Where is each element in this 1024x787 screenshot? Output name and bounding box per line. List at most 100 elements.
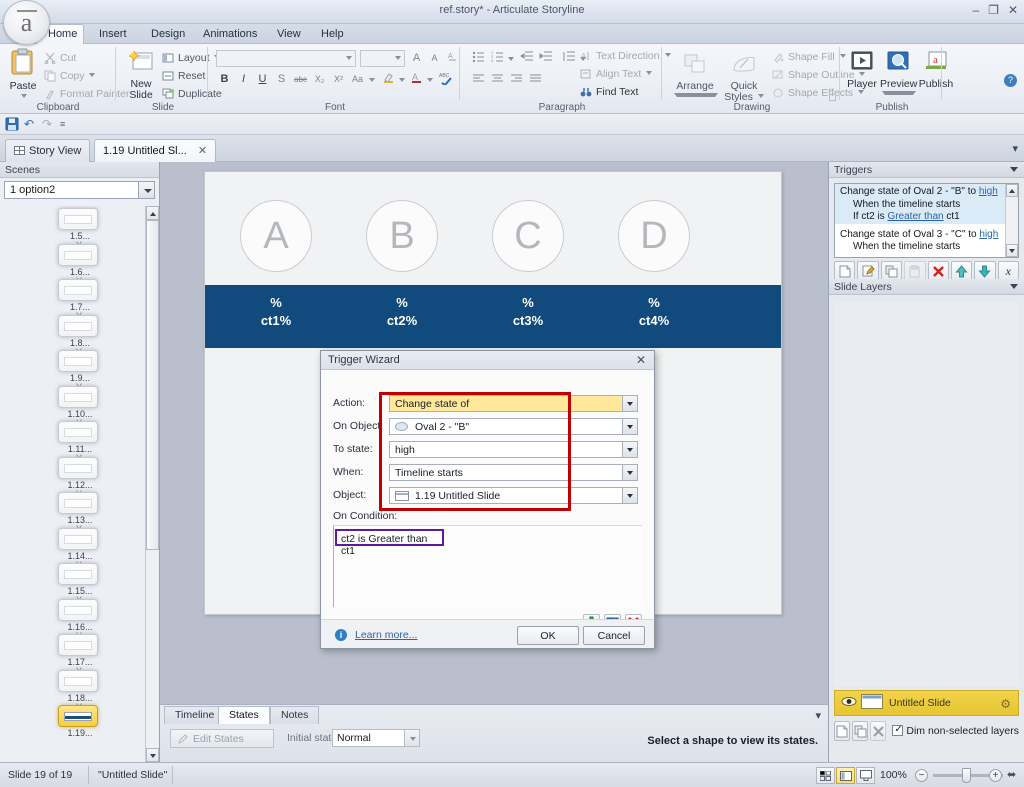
close-icon[interactable]: ✕ [1008, 3, 1018, 17]
highlight-chevron-down-icon[interactable] [399, 78, 405, 82]
sidebar-scrollbar[interactable] [145, 206, 159, 762]
quick-styles-button[interactable]: Quick Styles [722, 52, 766, 103]
zoom-out-button[interactable]: − [915, 769, 928, 782]
scrollbar-thumb[interactable] [146, 220, 159, 550]
triggers-scroll-down-icon[interactable] [1006, 244, 1018, 257]
trigger-1-state-link[interactable]: high [979, 186, 998, 197]
checkbox-icon[interactable] [892, 725, 903, 736]
action-select[interactable]: Change state of [389, 395, 638, 412]
dialog-close-icon[interactable]: ✕ [636, 353, 646, 367]
cut-button[interactable]: Cut [44, 52, 76, 65]
trigger-item-2[interactable]: Change state of Oval 3 - "C" to high Whe… [835, 227, 1018, 254]
zoom-slider-handle[interactable] [962, 768, 971, 783]
bold-button[interactable]: B [216, 71, 233, 88]
eye-icon[interactable] [841, 696, 857, 710]
when-chevron-down-icon[interactable] [622, 465, 637, 480]
normal-view-button[interactable] [836, 767, 855, 784]
scene-selector[interactable]: 1 option2 [4, 181, 155, 199]
slide-thumbnail[interactable] [58, 244, 98, 266]
justify-icon[interactable] [527, 72, 544, 89]
tab-story-view[interactable]: Story View [5, 139, 90, 162]
minimize-icon[interactable]: – [972, 3, 979, 17]
slide-thumbnail[interactable] [58, 421, 98, 443]
to-state-select[interactable]: high [389, 441, 638, 458]
scene-selector-chevron-down-icon[interactable] [138, 182, 154, 198]
slide-thumbnail[interactable] [58, 528, 98, 550]
quick-styles-chevron-down-icon[interactable] [758, 94, 764, 98]
ok-button[interactable]: OK [517, 626, 579, 645]
save-icon[interactable] [5, 117, 19, 134]
format-painter-button[interactable]: Format Painter [44, 88, 129, 101]
superscript-button[interactable]: X² [330, 71, 347, 88]
restore-icon[interactable]: ❐ [988, 3, 999, 17]
redo-icon[interactable]: ↷ [42, 117, 52, 131]
bullets-icon[interactable] [470, 50, 487, 67]
percent-cell-4[interactable]: % ct4% [594, 294, 714, 330]
align-text-button[interactable]: Align Text [580, 68, 652, 81]
gear-icon[interactable]: ⚙ [1000, 697, 1011, 711]
ribbon-tab-design[interactable]: Design [140, 24, 196, 44]
object-select[interactable]: 1.19 Untitled Slide [389, 487, 638, 504]
oval-b[interactable]: B [366, 200, 438, 272]
text-shadow-button[interactable]: S [273, 71, 290, 88]
increase-indent-icon[interactable] [537, 50, 554, 67]
slide-thumbnail[interactable] [58, 386, 98, 408]
delete-layer-button[interactable] [870, 721, 886, 741]
triggers-scrollbar[interactable] [1005, 184, 1018, 257]
triggers-panel-chevron-down-icon[interactable] [1010, 167, 1018, 172]
copy-button[interactable]: Copy [44, 70, 95, 83]
copy-chevron-down-icon[interactable] [89, 73, 95, 77]
italic-button[interactable]: I [235, 71, 252, 88]
decrease-indent-icon[interactable] [518, 50, 535, 67]
undo-icon[interactable]: ↶ [24, 117, 34, 131]
font-color-chevron-down-icon[interactable] [427, 78, 433, 82]
highlight-color-icon[interactable] [380, 71, 397, 88]
slide-thumbnail[interactable] [58, 350, 98, 372]
base-layer-item[interactable]: Untitled Slide ⚙ [834, 690, 1019, 716]
fit-to-window-icon[interactable]: ⬌ [1007, 768, 1016, 781]
font-name-combo[interactable] [216, 50, 356, 67]
align-text-chevron-down-icon[interactable] [646, 71, 652, 75]
scroll-down-arrow-icon[interactable] [146, 748, 159, 762]
new-layer-button[interactable] [834, 721, 850, 741]
trigger-2-state-link[interactable]: high [979, 229, 998, 240]
duplicate-layer-button[interactable] [852, 721, 868, 741]
percent-cell-2[interactable]: % ct2% [342, 294, 462, 330]
trigger-item-1[interactable]: Change state of Oval 2 - "B" to high Whe… [835, 184, 1018, 224]
slide-thumbnail[interactable] [58, 492, 98, 514]
condition-row[interactable]: ct2 is Greater than ct1 [335, 529, 444, 546]
scroll-up-arrow-icon[interactable] [146, 206, 159, 220]
tab-timeline[interactable]: Timeline [164, 706, 225, 724]
oval-a[interactable]: A [240, 200, 312, 272]
on-object-select[interactable]: Oval 2 - "B" [389, 418, 638, 435]
change-case-button[interactable]: Aa [349, 71, 366, 88]
dim-layers-checkbox[interactable]: Dim non-selected layers [892, 725, 1019, 737]
preview-button[interactable]: Preview [880, 50, 916, 95]
new-slide-button[interactable]: New Slide [124, 50, 158, 101]
edit-states-button[interactable]: Edit States [170, 729, 274, 748]
slide-thumbnail[interactable] [58, 634, 98, 656]
action-chevron-down-icon[interactable] [622, 396, 637, 411]
slide-thumbnail-list[interactable]: 1.5...Υ1.6...Υ1.7...Υ1.8...Υ1.9...Υ1.10.… [0, 206, 159, 762]
slide-master-button[interactable] [856, 767, 875, 784]
numbering-chevron-down-icon[interactable] [508, 57, 514, 61]
slide-thumbnail[interactable] [58, 315, 98, 337]
when-select[interactable]: Timeline starts [389, 464, 638, 481]
spelling-check-icon[interactable]: ABC [438, 71, 455, 88]
player-button[interactable]: Player [846, 50, 878, 90]
cancel-button[interactable]: Cancel [583, 626, 645, 645]
paste-button[interactable]: Paste [6, 48, 40, 103]
text-direction-button[interactable]: A Text Direction [580, 50, 671, 63]
ribbon-tab-view[interactable]: View [266, 24, 312, 44]
customize-qat-icon[interactable]: ≡ [60, 119, 65, 129]
strikethrough-button[interactable]: abc [292, 71, 309, 88]
shape-fill-button[interactable]: Shape Fill [772, 51, 846, 64]
change-case-chevron-down-icon[interactable] [369, 78, 375, 82]
slide-thumbnail[interactable] [58, 670, 98, 692]
publish-button[interactable]: a Publish [918, 50, 954, 90]
panel-collapse-chevron-down-icon[interactable]: ▾ [815, 709, 821, 722]
line-spacing-icon[interactable] [561, 50, 578, 67]
oval-d[interactable]: D [618, 200, 690, 272]
tab-close-icon[interactable]: ✕ [198, 145, 207, 157]
tab-states[interactable]: States [218, 706, 270, 724]
